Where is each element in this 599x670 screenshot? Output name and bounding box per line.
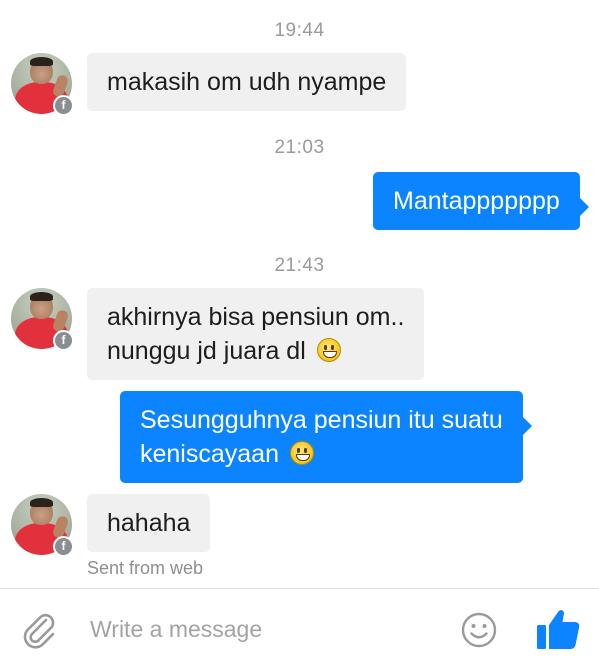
avatar[interactable]: f xyxy=(11,53,74,116)
timestamp: 21:03 xyxy=(274,137,325,158)
avatar[interactable]: f xyxy=(11,494,74,557)
incoming-message-bubble[interactable]: akhirnya bisa pensiun om.. nunggu jd jua… xyxy=(87,288,425,380)
facebook-badge-icon: f xyxy=(53,330,74,351)
message-thread: 19:44 f makasih om udh nyampe 21:03 Mant… xyxy=(0,0,599,588)
thumbs-up-icon[interactable] xyxy=(534,605,582,653)
sent-from-label: Sent from web xyxy=(87,558,204,578)
outgoing-message-bubble[interactable]: Mantappppppp xyxy=(373,172,589,230)
outgoing-message-bubble[interactable]: Sesungguhnya pensiun itu suatu keniscaya… xyxy=(120,391,532,483)
smiley-icon[interactable] xyxy=(461,612,497,648)
message-text-line-2: keniscayaan xyxy=(140,437,503,471)
incoming-message-bubble[interactable]: hahaha xyxy=(87,494,211,552)
facebook-badge-icon: f xyxy=(53,536,74,557)
incoming-message-bubble[interactable]: makasih om udh nyampe xyxy=(87,53,407,111)
timestamp: 21:43 xyxy=(274,255,325,276)
message-composer xyxy=(0,588,599,670)
message-text-line-2: nunggu jd juara dl xyxy=(107,334,404,368)
message-text: hahaha xyxy=(107,509,191,537)
grinning-face-emoji-icon xyxy=(289,441,314,465)
message-text: Sesungguhnya pensiun itu suatu xyxy=(140,406,503,434)
message-text: makasih om udh nyampe xyxy=(107,68,387,96)
facebook-badge-icon: f xyxy=(53,95,74,116)
avatar[interactable]: f xyxy=(11,288,74,351)
message-input[interactable] xyxy=(90,609,430,649)
message-text: Mantappppppp xyxy=(393,187,560,215)
timestamp: 19:44 xyxy=(274,20,325,41)
message-text: akhirnya bisa pensiun om.. xyxy=(107,303,405,331)
grinning-face-emoji-icon xyxy=(316,338,341,362)
paperclip-icon[interactable] xyxy=(20,611,58,649)
